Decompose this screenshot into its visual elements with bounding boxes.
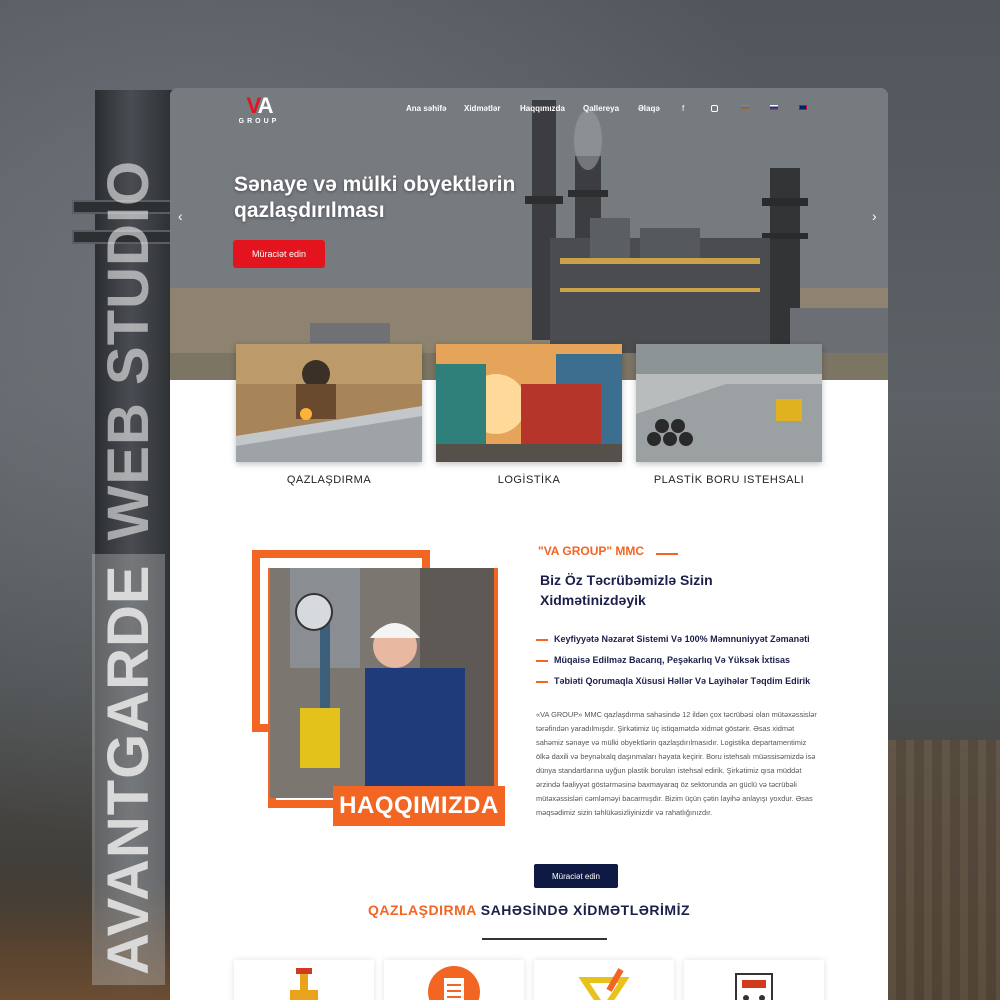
document-icon [428,966,480,1000]
feature-text: Müqaisə Edilməz Bacarıq, Peşəkarlıq Və Y… [554,655,790,665]
gas-meter-icon [735,973,773,1000]
hero-industrial-image [170,88,888,380]
dash-icon [536,659,548,662]
section-title-accent: QAZLAŞDIRMA [367,902,477,918]
logo-subtitle: GROUP [238,118,280,125]
nav-item-gallery[interactable]: Qallereya [583,104,619,113]
about-apply-button[interactable]: Müraciət edin [534,864,618,888]
feature-item: Keyfiyyətə Nəzarət Sistemi Və 100% Məmnu… [536,634,810,644]
instagram-icon[interactable] [711,105,718,112]
dash-icon [536,680,548,683]
service-label-logistics: LOGİSTİKA [497,474,561,486]
drafting-tools-icon [578,968,630,1000]
containers-image [436,344,622,462]
uk-flag-icon[interactable] [799,105,807,110]
service-card[interactable] [534,960,674,1000]
hero-title: Sənaye və mülki obyektlərin qazlaşdırılm… [234,173,516,222]
section-title-rest: SAHƏSİNDƏ XİDMƏTLƏRİMİZ [480,902,691,918]
service-label-gasification: QAZLAŞDIRMA [286,474,372,486]
about-banner: HAQQIMIZDA [333,786,505,826]
feature-text: Təbiəti Qorumaqla Xüsusi Həllər Və Layih… [554,676,811,686]
brand-underline [656,553,678,555]
ru-flag-icon[interactable] [770,105,778,110]
slider-prev-arrow-icon[interactable]: ‹ [178,208,183,224]
facebook-icon[interactable]: f [682,104,684,113]
feature-text: Keyfiyyətə Nəzarət Sistemi Və 100% Məmnu… [554,634,810,644]
az-flag-icon[interactable] [741,105,749,110]
service-card[interactable] [684,960,824,1000]
service-label-plastic-pipe: PLASTİK BORU ISTEHSALI [653,474,805,486]
service-tile-plastic-pipe[interactable] [636,344,822,462]
nav-item-home[interactable]: Ana səhifə [406,104,446,113]
watermark-part2: WEB STUDIO [96,159,161,541]
hero-slider: VA GROUP Ana səhifə Xidmətlər Haqqımızda… [170,88,888,380]
services-section-title: QAZLAŞDIRMA SAHƏSİNDƏ XİDMƏTLƏRİMİZ [170,902,888,918]
watermark-part1: AVANTGARDE [92,554,165,985]
gas-valve-icon [290,968,318,1000]
watermark: AVANTGARDE WEB STUDIO [92,160,165,985]
website-page: VA GROUP Ana səhifə Xidmətlər Haqqımızda… [170,88,888,1000]
slider-next-arrow-icon[interactable]: › [872,208,877,224]
worker-image [270,568,494,798]
hero-apply-button[interactable]: Müraciət edin [233,240,325,268]
va-group-logo[interactable]: VA GROUP [234,93,284,126]
company-name: "VA GROUP" MMC [538,544,645,558]
about-photo [270,568,494,798]
service-card[interactable] [384,960,524,1000]
nav-item-services[interactable]: Xidmətlər [464,104,500,113]
feature-item: Müqaisə Edilməz Bacarıq, Peşəkarlıq Və Y… [536,655,790,665]
about-description: «VA GROUP» MMC qazlaşdırma sahəsində 12 … [536,710,817,817]
feature-item: Təbiəti Qorumaqla Xüsusi Həllər Və Layih… [536,676,810,686]
section-divider [482,938,607,940]
service-tile-gasification[interactable] [236,344,422,462]
nav-item-contact[interactable]: Əlaqə [638,104,660,113]
pipes-image [636,344,822,462]
about-title: Biz Öz Təcrübəmizlə Sizin Xidmətinizdəyi… [540,572,713,608]
logo-mark: VA [246,93,274,118]
service-card[interactable] [234,960,374,1000]
welding-image [236,344,422,462]
dash-icon [536,638,548,641]
nav-item-about[interactable]: Haqqımızda [520,104,565,113]
service-tile-logistics[interactable] [436,344,622,462]
